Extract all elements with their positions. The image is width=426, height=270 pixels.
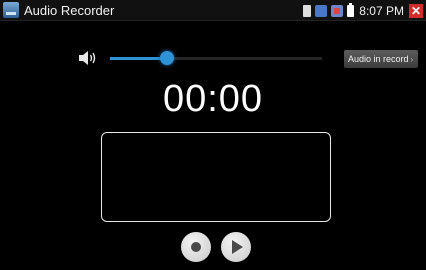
notification-icon — [315, 4, 328, 17]
speaker-icon[interactable] — [78, 50, 98, 66]
play-button[interactable] — [221, 232, 251, 262]
status-area: 8:07 PM ✕ — [299, 0, 426, 21]
window-title: Audio Recorder — [24, 2, 115, 18]
volume-slider-thumb[interactable] — [160, 51, 175, 65]
volume-slider[interactable] — [110, 51, 322, 65]
warning-icon — [331, 4, 344, 17]
record-button[interactable] — [181, 232, 211, 262]
elapsed-timer: 00:00 — [162, 78, 264, 120]
recording-display — [101, 132, 331, 222]
chevron-right-icon: › — [410, 55, 414, 64]
sd-card-icon — [303, 4, 312, 17]
battery-icon — [347, 2, 355, 17]
recorder-app-icon — [3, 2, 19, 18]
record-icon — [191, 242, 201, 252]
audio-in-record-button[interactable]: Audio in record › — [344, 50, 418, 68]
title-bar: Audio Recorder 8:07 PM ✕ — [0, 0, 426, 21]
volume-slider-fill — [110, 57, 168, 60]
play-icon — [232, 240, 243, 254]
clock: 8:07 PM — [359, 3, 404, 18]
audio-in-record-label: Audio in record — [348, 54, 409, 64]
close-button[interactable]: ✕ — [409, 3, 423, 18]
